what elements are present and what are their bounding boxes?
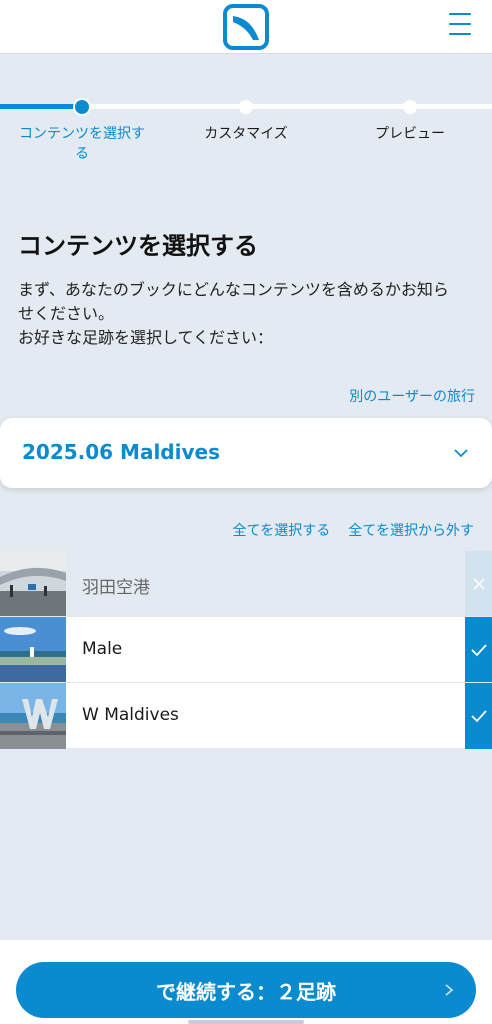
list-item-label: W Maldives [82, 705, 179, 725]
airport-thumbnail [0, 551, 66, 617]
step-label-select: コンテンツを選択す る [19, 126, 145, 162]
continue-button-label: で継続する：２足跡 [156, 979, 336, 1004]
list-item-label: 羽田空港 [82, 578, 150, 598]
list-item[interactable]: Male [0, 616, 492, 683]
select-all-link[interactable]: 全てを選択する [233, 520, 331, 540]
footer-bar: で継続する：２足跡 [0, 940, 492, 1024]
step-dot-select [75, 100, 89, 114]
progress-stepper: コンテンツを選択す る カスタマイズ プレビュー [0, 96, 492, 176]
list-item[interactable]: 羽田空港 [0, 550, 492, 617]
checkmark-icon [470, 644, 487, 657]
step-dot-customize [239, 100, 253, 114]
page-title: コンテンツを選択する [18, 232, 258, 260]
home-indicator [188, 1020, 304, 1024]
checkbox-checked[interactable] [465, 617, 492, 683]
step-label-customize: カスタマイズ [204, 126, 288, 142]
chevron-right-icon [445, 984, 454, 996]
chevron-down-icon [454, 449, 468, 458]
deselect-all-link[interactable]: 全てを選択から外す [348, 520, 474, 540]
other-user-trip-link[interactable]: 別のユーザーの旅行 [349, 386, 475, 406]
trip-select-value: 2025.06 Maldives [22, 440, 220, 464]
close-icon [472, 578, 485, 590]
list-item[interactable]: W Maldives [0, 682, 492, 749]
checkbox-checked[interactable] [465, 683, 492, 749]
checkbox-unchecked[interactable] [465, 551, 492, 617]
w-maldives-thumbnail [0, 683, 66, 749]
list-item-label: Male [82, 639, 123, 659]
app-header [0, 0, 492, 54]
trip-select[interactable]: 2025.06 Maldives [0, 418, 492, 488]
bird-logo-icon[interactable] [223, 4, 269, 50]
footprint-list: 羽田空港 Male W Maldives [0, 550, 492, 749]
step-label-preview: プレビュー [375, 126, 445, 142]
selection-actions: 全てを選択する 全てを選択から外す [233, 520, 474, 540]
male-thumbnail [0, 617, 66, 683]
hamburger-menu-icon[interactable] [444, 10, 476, 38]
step-dot-preview [403, 100, 417, 114]
page-description: まず、あなたのブックにどんなコンテンツを含めるかお知ら せください。 お好きな足… [18, 280, 449, 347]
checkmark-icon [470, 710, 487, 723]
continue-button[interactable]: で継続する：２足跡 [16, 962, 476, 1018]
